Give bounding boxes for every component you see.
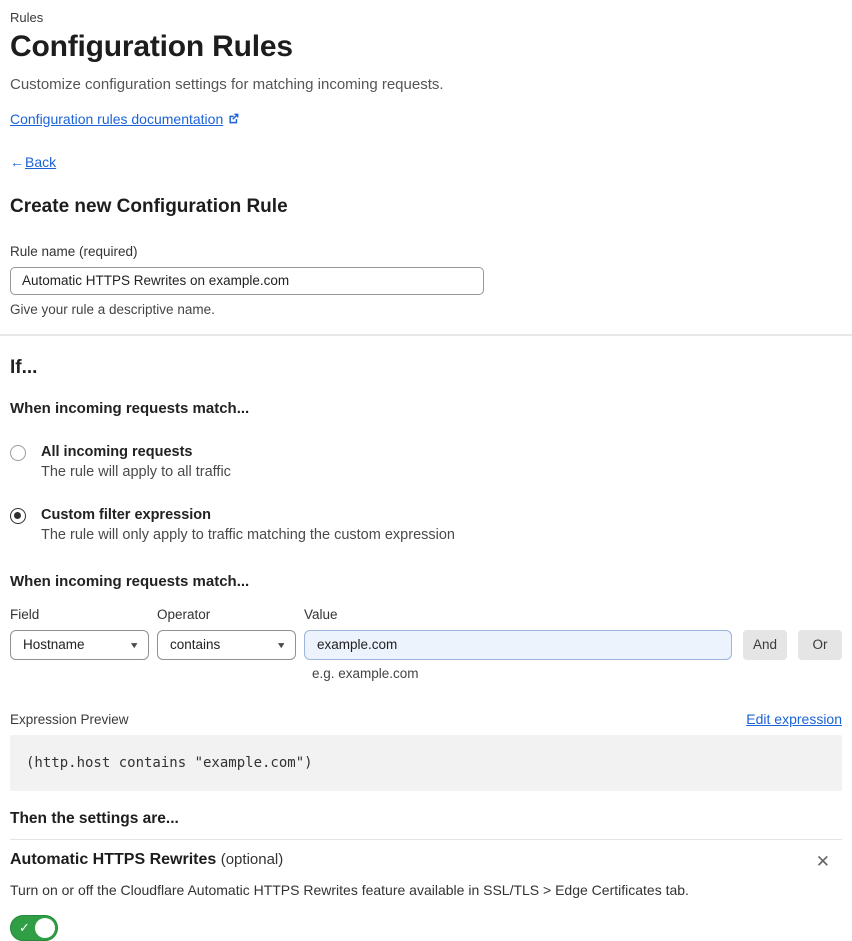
radio-custom-filter-label: Custom filter expression xyxy=(41,506,212,523)
field-column-label: Field xyxy=(10,606,40,622)
field-select[interactable]: Hostname ▼ xyxy=(10,629,149,660)
toggle-knob xyxy=(35,917,55,938)
radio-all-requests-description: The rule will apply to all traffic xyxy=(41,463,231,480)
page-description: Customize configuration settings for mat… xyxy=(10,75,444,93)
value-input[interactable] xyxy=(304,629,732,660)
setting-description: Turn on or off the Cloudflare Automatic … xyxy=(10,881,689,898)
and-button[interactable]: And xyxy=(743,629,787,660)
radio-option-all-requests: All incoming requests The rule will appl… xyxy=(10,444,842,480)
back-link[interactable]: Back xyxy=(25,154,56,170)
chevron-down-icon: ▼ xyxy=(275,639,287,650)
breadcrumb: Rules xyxy=(10,10,44,25)
expression-preview-label: Expression Preview xyxy=(10,711,129,727)
operator-select[interactable]: contains ▼ xyxy=(157,629,296,660)
edit-expression-link[interactable]: Edit expression xyxy=(746,711,842,727)
radio-custom-filter-description: The rule will only apply to traffic matc… xyxy=(41,526,455,543)
field-select-value: Hostname xyxy=(23,637,85,652)
or-button[interactable]: Or xyxy=(798,629,842,660)
operator-column-label: Operator xyxy=(157,606,211,622)
expression-code: (http.host contains "example.com") xyxy=(26,754,313,771)
then-settings-heading: Then the settings are... xyxy=(10,809,179,827)
radio-all-requests-label: All incoming requests xyxy=(41,443,193,460)
rule-name-help: Give your rule a descriptive name. xyxy=(10,301,215,317)
documentation-link[interactable]: Configuration rules documentation xyxy=(10,111,223,127)
match-type-heading: When incoming requests match... xyxy=(10,399,250,417)
external-link-icon xyxy=(227,112,240,130)
radio-custom-filter[interactable] xyxy=(10,507,26,524)
operator-select-value: contains xyxy=(170,637,221,652)
section-divider xyxy=(0,333,852,336)
https-rewrites-toggle[interactable]: ✓ xyxy=(10,914,58,941)
filter-builder-heading: When incoming requests match... xyxy=(10,572,250,590)
radio-option-custom-filter: Custom filter expression The rule will o… xyxy=(10,507,842,543)
documentation-link-label: Configuration rules documentation xyxy=(10,110,224,127)
expression-preview-box: (http.host contains "example.com") xyxy=(10,734,842,791)
rule-name-label: Rule name (required) xyxy=(10,243,138,259)
rule-name-input[interactable] xyxy=(10,266,484,295)
create-rule-heading: Create new Configuration Rule xyxy=(10,195,288,217)
if-heading: If... xyxy=(10,356,38,378)
close-icon[interactable]: ✕ xyxy=(812,851,834,872)
value-column-label: Value xyxy=(304,606,338,622)
back-arrow-icon: ← xyxy=(10,153,24,170)
radio-all-requests[interactable] xyxy=(10,444,26,461)
page-title: Configuration Rules xyxy=(10,30,293,63)
chevron-down-icon: ▼ xyxy=(128,639,140,650)
setting-optional-label: (optional) xyxy=(220,850,284,868)
setting-divider xyxy=(10,838,842,840)
check-icon: ✓ xyxy=(19,919,30,935)
setting-title: Automatic HTTPS Rewrites xyxy=(10,850,217,868)
value-help-text: e.g. example.com xyxy=(312,665,419,681)
